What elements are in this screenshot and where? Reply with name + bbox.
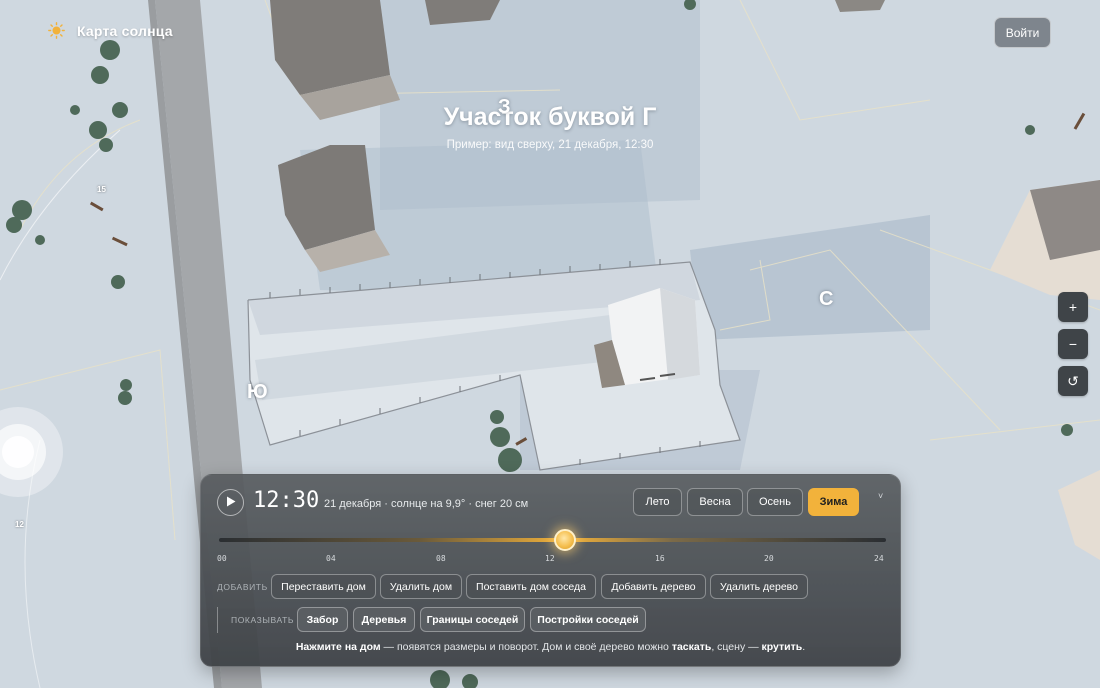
divider: [217, 607, 218, 633]
add-neighbor-house-button[interactable]: Поставить дом соседа: [466, 574, 596, 599]
hint-text: , сцену —: [711, 641, 762, 653]
add-row-label: ДОБАВИТЬ: [217, 582, 268, 592]
season-autumn-button[interactable]: Осень: [747, 488, 803, 516]
slider-tick: 08: [436, 554, 446, 563]
usage-hint: Нажмите на дом — появятся размеры и пово…: [201, 641, 900, 653]
slider-tick: 04: [326, 554, 336, 563]
hint-bold: Нажмите на дом: [295, 641, 381, 653]
slider-tick: 16: [655, 554, 665, 563]
reset-view-button[interactable]: ↺: [1058, 366, 1088, 396]
direction-north-label: С: [819, 288, 834, 310]
sun-info: 21 декабря · солнце на 9,9° · снег 20 см: [324, 498, 529, 510]
play-icon: [226, 494, 236, 512]
login-button[interactable]: Войти: [994, 17, 1051, 48]
map-headline: Участок буквой Г Пример: вид сверху, 21 …: [0, 103, 1100, 151]
season-spring-button[interactable]: Весна: [687, 488, 743, 516]
time-slider[interactable]: [219, 538, 886, 542]
tile-number: 15: [97, 185, 106, 194]
slider-tick: 00: [217, 554, 227, 563]
delete-house-button[interactable]: Удалить дом: [380, 574, 462, 599]
zoom-out-button[interactable]: −: [1058, 329, 1088, 359]
time-slider-thumb[interactable]: [554, 529, 576, 551]
time-display: 12:30: [253, 488, 320, 513]
brand-name: Карта солнца: [77, 22, 173, 39]
hint-bold: крутить: [761, 641, 803, 653]
season-summer-button[interactable]: Лето: [633, 488, 682, 516]
slider-tick: 12: [545, 554, 555, 563]
direction-south-label: Ю: [247, 381, 268, 403]
toggle-neighbor-buildings[interactable]: Постройки соседей: [530, 607, 646, 632]
control-panel: 12:30 21 декабря · солнце на 9,9° · снег…: [200, 474, 901, 667]
toggle-trees[interactable]: Деревья: [353, 607, 415, 632]
collapse-icon[interactable]: ˅: [878, 491, 883, 501]
direction-west-label: З: [498, 96, 511, 118]
zoom-in-button[interactable]: +: [1058, 292, 1088, 322]
toggle-fence[interactable]: Забор: [297, 607, 348, 632]
slider-tick: 20: [764, 554, 774, 563]
slider-tick: 24: [874, 554, 884, 563]
season-winter-button[interactable]: Зима: [808, 488, 859, 516]
page-subtitle: Пример: вид сверху, 21 декабря, 12:30: [446, 139, 654, 151]
hint-text: .: [802, 641, 806, 653]
sun-icon: [48, 22, 65, 39]
move-house-button[interactable]: Переставить дом: [271, 574, 376, 599]
page-title: Участок буквой Г: [443, 103, 657, 131]
hint-bold: таскать: [671, 641, 712, 653]
play-button[interactable]: [217, 489, 244, 516]
delete-tree-button[interactable]: Удалить дерево: [710, 574, 808, 599]
hint-text: — появятся размеры и поворот. Дом и своё…: [380, 641, 672, 653]
add-tree-button[interactable]: Добавить дерево: [601, 574, 706, 599]
brand[interactable]: Карта солнца: [48, 22, 173, 39]
show-row-label: ПОКАЗЫВАТЬ: [231, 615, 295, 625]
tile-number: 12: [15, 520, 24, 529]
toggle-neighbor-borders[interactable]: Границы соседей: [420, 607, 525, 632]
